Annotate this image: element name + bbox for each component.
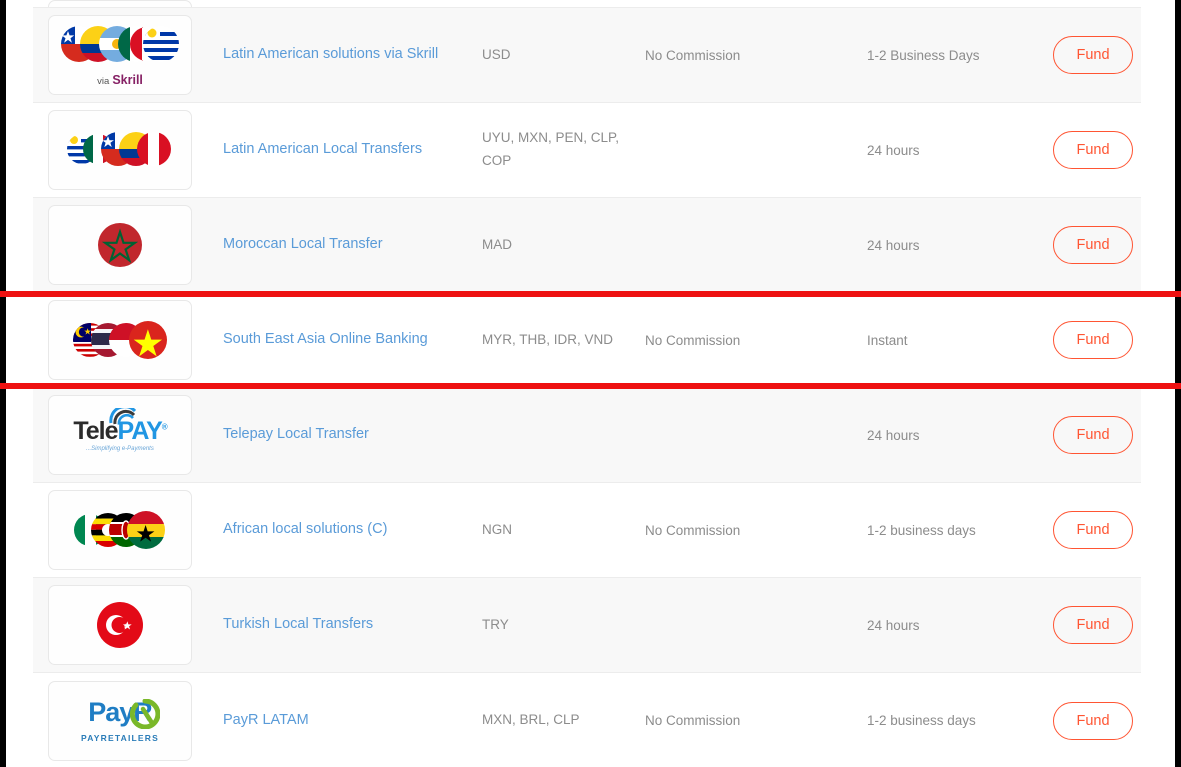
fund-button[interactable]: Fund [1053, 226, 1133, 264]
table-row-selected[interactable]: South East Asia Online Banking MYR, THB,… [33, 293, 1141, 388]
method-name-link[interactable]: South East Asia Online Banking [223, 331, 428, 347]
payr-swirl-icon [129, 698, 160, 729]
logo-cell: via Skrill [33, 15, 198, 95]
method-name-link[interactable]: Moroccan Local Transfer [223, 236, 383, 252]
currencies-cell: TRY [482, 616, 509, 632]
turkey-flag-icon [97, 602, 143, 648]
table-row-partial [33, 0, 1141, 8]
method-name-cell[interactable]: Moroccan Local Transfer [198, 235, 482, 255]
wifi-arcs-icon [109, 407, 137, 425]
fund-button[interactable]: Fund [1053, 36, 1133, 74]
method-name-link[interactable]: Latin American solutions via Skrill [223, 46, 438, 62]
method-name-link[interactable]: African local solutions (C) [223, 521, 387, 537]
flag-stack-icon [61, 23, 179, 69]
method-logo [48, 0, 192, 7]
method-name-link[interactable]: PayR LATAM [223, 712, 309, 728]
processing-time-cell: 1-2 business days [867, 522, 976, 538]
table-row[interactable]: TelePAY® ...Simplifying e-Payments Telep… [33, 388, 1141, 483]
table-row[interactable]: PayR PAYRETAILERS PayR LATAM MXN, BRL, C… [33, 673, 1141, 767]
fund-button[interactable]: Fund [1053, 511, 1133, 549]
table-row[interactable]: via Skrill Latin American solutions via … [33, 8, 1141, 103]
flag-stack-icon [66, 127, 174, 173]
logo-cell: PayR PAYRETAILERS [33, 680, 198, 761]
currencies-cell: MAD [482, 236, 512, 252]
commission-cell: No Commission [645, 713, 741, 728]
browser-viewport: via Skrill Latin American solutions via … [0, 0, 1181, 767]
logo-cell [33, 0, 198, 7]
method-name-cell[interactable]: Turkish Local Transfers [198, 615, 482, 635]
registered-mark-icon: ® [161, 422, 168, 432]
table-row[interactable]: African local solutions (C) NGN No Commi… [33, 483, 1141, 578]
logo-cell [33, 585, 198, 665]
processing-time-cell: 1-2 Business Days [867, 47, 980, 63]
currencies-cell: MYR, THB, IDR, VND [482, 331, 614, 347]
selection-highlight-top [0, 291, 1181, 297]
action-cell: Fund [1031, 131, 1141, 169]
selection-highlight-bottom [0, 383, 1181, 389]
logo-cell [33, 205, 198, 285]
logo-cell [33, 300, 198, 380]
fund-button[interactable]: Fund [1053, 131, 1133, 169]
processing-time-cell: 24 hours [867, 427, 920, 443]
method-name-cell[interactable]: Telepay Local Transfer [198, 425, 482, 445]
turkey-flag-logo [48, 585, 192, 665]
commission-cell: No Commission [645, 332, 741, 348]
processing-time-cell: 24 hours [867, 617, 920, 633]
sea-flags-logo [48, 300, 192, 380]
method-name-cell[interactable]: African local solutions (C) [198, 520, 482, 540]
method-name-cell[interactable]: PayR LATAM [198, 711, 482, 731]
logo-cell: TelePAY® ...Simplifying e-Payments [33, 395, 198, 475]
action-cell: Fund [1031, 36, 1141, 74]
table-row[interactable]: Turkish Local Transfers TRY 24 hours Fun… [33, 578, 1141, 673]
commission-cell: No Commission [645, 47, 741, 63]
action-cell: Fund [1031, 606, 1141, 644]
latam-flags-skrill-logo: via Skrill [48, 15, 192, 95]
action-cell: Fund [1031, 511, 1141, 549]
action-cell: Fund [1031, 701, 1141, 740]
payretailers-sub-text: PAYRETAILERS [80, 732, 159, 743]
payretailers-logo: PayR PAYRETAILERS [48, 680, 192, 761]
action-cell: Fund [1031, 226, 1141, 264]
method-name-cell[interactable]: Latin American solutions via Skrill [198, 45, 482, 65]
skrill-brand-text: Skrill [112, 73, 143, 87]
logo-cell [33, 110, 198, 190]
telepay-logo: TelePAY® ...Simplifying e-Payments [48, 395, 192, 475]
method-name-link[interactable]: Latin American Local Transfers [223, 141, 422, 157]
processing-time-cell: 24 hours [867, 142, 920, 158]
fund-button[interactable]: Fund [1053, 701, 1133, 740]
morocco-flag-icon [98, 223, 142, 267]
telepay-tagline: ...Simplifying e-Payments [86, 445, 154, 452]
currencies-cell: NGN [482, 521, 512, 537]
commission-cell: No Commission [645, 522, 741, 538]
flag-stack-icon [70, 317, 170, 363]
morocco-flag-logo [48, 205, 192, 285]
skrill-logo-text: via Skrill [97, 73, 143, 87]
method-name-cell[interactable]: Latin American Local Transfers [198, 140, 482, 160]
skrill-via-text: via [97, 76, 110, 87]
fund-button[interactable]: Fund [1053, 321, 1133, 359]
fund-button[interactable]: Fund [1053, 416, 1133, 454]
currencies-cell: UYU, MXN, PEN, CLP, COP [482, 130, 620, 168]
method-name-link[interactable]: Telepay Local Transfer [223, 426, 369, 442]
flag-stack-icon [70, 507, 170, 553]
processing-time-cell: 1-2 business days [867, 713, 976, 728]
logo-cell [33, 490, 198, 570]
action-cell: Fund [1031, 416, 1141, 454]
currencies-cell: MXN, BRL, CLP [482, 712, 580, 728]
processing-time-cell: Instant [867, 332, 908, 348]
processing-time-cell: 24 hours [867, 237, 920, 253]
method-name-link[interactable]: Turkish Local Transfers [223, 616, 373, 632]
table-row[interactable]: Moroccan Local Transfer MAD 24 hours Fun… [33, 198, 1141, 293]
action-cell: Fund [1031, 321, 1141, 359]
method-name-cell[interactable]: South East Asia Online Banking [198, 330, 482, 350]
fund-button[interactable]: Fund [1053, 606, 1133, 644]
latam-local-flags-logo [48, 110, 192, 190]
africa-flags-logo [48, 490, 192, 570]
currencies-cell: USD [482, 46, 511, 62]
table-row[interactable]: Latin American Local Transfers UYU, MXN,… [33, 103, 1141, 198]
